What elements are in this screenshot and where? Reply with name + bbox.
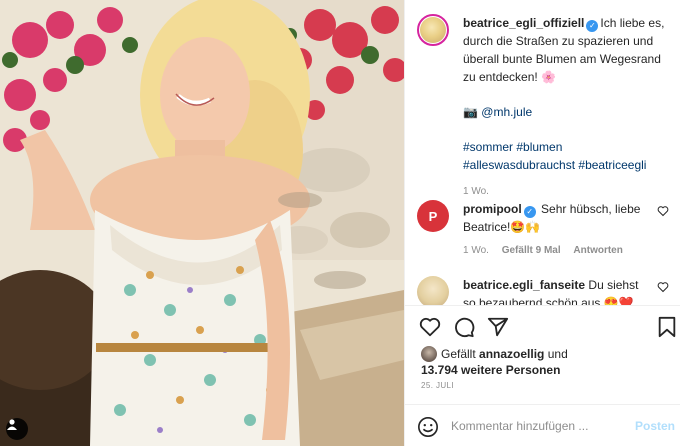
- post-date[interactable]: 25. JULI: [421, 381, 454, 390]
- emoji-icon[interactable]: [417, 416, 439, 438]
- likes-summary: Gefällt annazoellig und 13.794 weitere P…: [421, 346, 568, 378]
- post-photo[interactable]: [0, 0, 404, 446]
- user-tag-icon[interactable]: [6, 418, 28, 440]
- likes-prefix: Gefällt: [441, 347, 476, 361]
- comment-item: beatrice.egli_fanseite Du siehst so beza…: [417, 276, 669, 305]
- comment-icon[interactable]: [453, 316, 475, 338]
- liker-username[interactable]: annazoellig: [479, 347, 544, 361]
- heart-icon[interactable]: [419, 316, 441, 338]
- heart-icon[interactable]: [657, 205, 669, 217]
- commenter-username[interactable]: promipool: [463, 202, 522, 216]
- hashtags-line-2[interactable]: #alleswasdubrauchst #beatriceegli: [463, 156, 669, 174]
- comment-form: Posten: [405, 404, 680, 446]
- likes-others[interactable]: 13.794 weitere Personen: [421, 363, 560, 377]
- post-detail-panel: beatrice_egli_offiziell ✓ Ich liebe es, du…: [404, 0, 680, 446]
- post-comment-button[interactable]: Posten: [635, 419, 675, 433]
- liker-avatar[interactable]: [421, 346, 437, 362]
- hashtags-line-1[interactable]: #sommer #blumen: [463, 138, 669, 156]
- share-icon[interactable]: [487, 316, 509, 338]
- commenter-username[interactable]: beatrice.egli_fanseite: [463, 278, 585, 292]
- author-username[interactable]: beatrice_egli_offiziell: [463, 16, 584, 30]
- author-avatar[interactable]: [417, 14, 449, 46]
- comments-list[interactable]: beatrice_egli_offiziell ✓ Ich liebe es, du…: [405, 0, 680, 305]
- verified-icon: ✓: [523, 206, 536, 218]
- action-bar: [405, 305, 680, 345]
- comment-input[interactable]: [451, 417, 621, 435]
- commenter-avatar[interactable]: P: [417, 200, 449, 232]
- verified-icon: ✓: [586, 20, 599, 32]
- comment-item: P promipool ✓ Sehr hübsch, liebe Beatrice…: [417, 200, 669, 257]
- commenter-avatar[interactable]: [417, 276, 449, 305]
- bookmark-icon[interactable]: [657, 316, 677, 338]
- post-age[interactable]: 1 Wo.: [463, 186, 489, 197]
- heart-icon[interactable]: [657, 281, 669, 293]
- comment-likes[interactable]: Gefällt 9 Mal: [502, 245, 561, 256]
- reply-button[interactable]: Antworten: [573, 245, 622, 256]
- photo-illustration: [0, 0, 404, 446]
- camera-emoji: 📷: [463, 105, 478, 119]
- comment-age[interactable]: 1 Wo.: [463, 245, 489, 256]
- post-caption: beatrice_egli_offiziell ✓ Ich liebe es, du…: [417, 14, 669, 198]
- credit-link[interactable]: @mh.jule: [481, 105, 532, 119]
- likes-connector: und: [547, 347, 568, 361]
